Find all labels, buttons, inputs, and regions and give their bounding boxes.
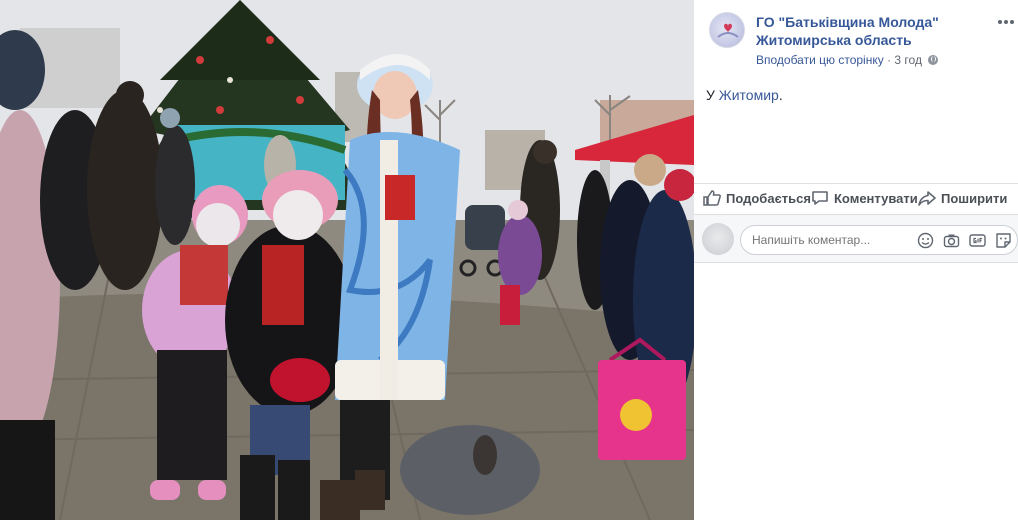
comment-input[interactable] [752,233,902,247]
post-actions-bar: Подобається Коментувати Поширити [694,183,1018,215]
post-text-suffix: . [778,87,783,103]
comment-icon [812,191,828,205]
like-icon [703,190,721,206]
comment-composer [694,215,1018,263]
comment-box[interactable] [740,225,1018,255]
more-dots-glyph [998,20,1014,24]
comment-button[interactable]: Коментувати [811,189,918,209]
post-time[interactable]: 3 год [894,53,922,67]
post-text-prefix: У [706,87,719,103]
comment-label: Коментувати [834,191,918,206]
page-name-link[interactable]: ГО "Батьківщина Молода" Житомирська обла… [756,13,986,49]
meta-separator: · [887,53,892,67]
like-button[interactable]: Подобається [703,189,811,209]
share-button[interactable]: Поширити [918,189,1007,209]
share-icon [918,191,936,206]
gif-icon[interactable] [969,232,986,249]
more-icon[interactable] [996,12,1016,32]
like-page-link[interactable]: Вподобати цю сторінку [756,53,884,67]
post-side-panel: ГО "Батьківщина Молода" Житомирська обла… [694,0,1018,520]
post-photo[interactable] [0,0,694,520]
place-link[interactable]: Житомир [719,87,779,103]
post-text: У Житомир. [706,86,783,104]
camera-icon[interactable] [943,232,960,249]
user-avatar[interactable] [702,223,734,255]
heart-icon [717,23,739,38]
like-label: Подобається [726,191,811,206]
photo-scene [0,0,694,520]
share-label: Поширити [941,191,1008,206]
post-meta: Вподобати цю сторінку · 3 год [756,53,939,67]
sticker-icon[interactable] [995,232,1012,249]
globe-icon [928,55,939,65]
emoji-icon[interactable] [917,232,934,249]
page-avatar[interactable] [709,12,745,48]
